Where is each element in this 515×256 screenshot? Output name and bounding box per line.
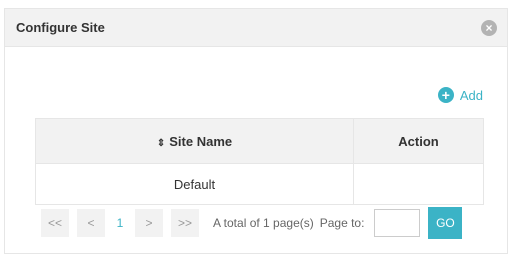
next-page-button[interactable]: > bbox=[135, 209, 163, 237]
pagination: << < 1 > >> A total of 1 page(s) Page to… bbox=[41, 207, 484, 239]
cell-action bbox=[353, 163, 484, 205]
site-table: ⇕ Site Name Action Default bbox=[35, 118, 484, 205]
page-to-input[interactable] bbox=[374, 209, 421, 237]
close-icon[interactable]: × bbox=[481, 19, 497, 36]
column-header-label: Site Name bbox=[169, 133, 233, 149]
plus-icon: + bbox=[437, 87, 454, 103]
configure-site-dialog: Configure Site × + Add ⇕ Site Name Action… bbox=[4, 8, 508, 254]
cell-site-name: Default bbox=[35, 163, 354, 205]
dialog-title: Configure Site bbox=[16, 20, 105, 35]
add-button[interactable]: + Add bbox=[437, 87, 483, 103]
table-row: Default bbox=[35, 163, 484, 205]
current-page-number[interactable]: 1 bbox=[113, 209, 127, 237]
first-page-button[interactable]: << bbox=[41, 209, 69, 237]
table-header-row: ⇕ Site Name Action bbox=[35, 118, 484, 164]
total-pages-text: A total of 1 page(s) bbox=[213, 216, 314, 230]
sort-icon[interactable]: ⇕ bbox=[157, 138, 165, 149]
column-header-site-name[interactable]: ⇕ Site Name bbox=[35, 118, 354, 164]
go-button[interactable]: GO bbox=[428, 207, 463, 239]
prev-page-button[interactable]: < bbox=[77, 209, 105, 237]
add-label: Add bbox=[459, 87, 483, 103]
last-page-button[interactable]: >> bbox=[171, 209, 199, 237]
page-to-label: Page to: bbox=[319, 216, 365, 230]
dialog-header: Configure Site × bbox=[5, 9, 507, 47]
column-header-action: Action bbox=[353, 118, 484, 164]
